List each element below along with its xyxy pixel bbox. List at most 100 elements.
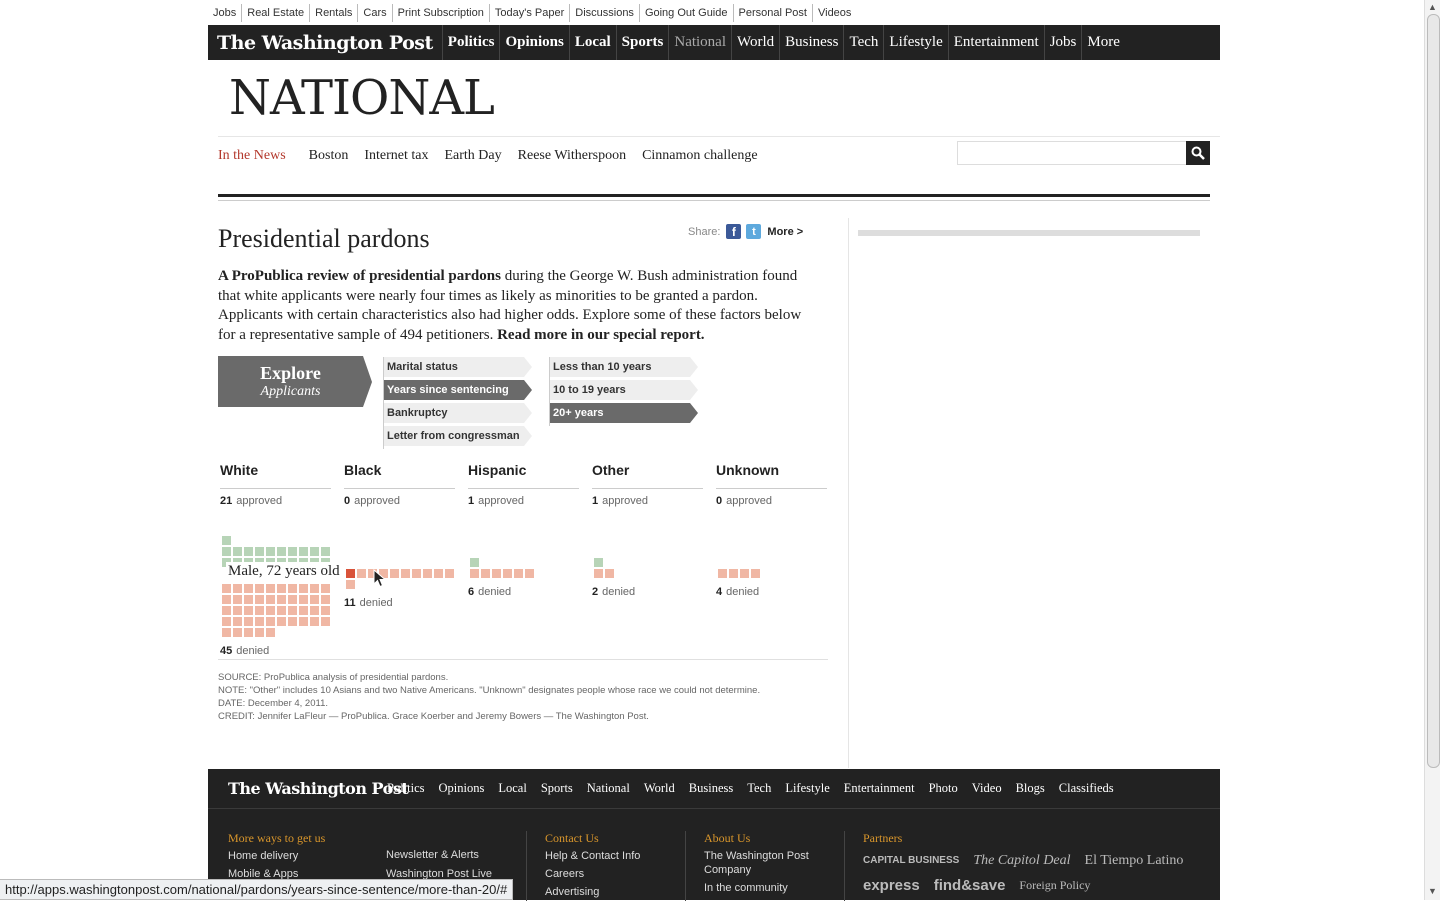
footer-nav-politics[interactable]: Politics (387, 781, 425, 796)
denied-applicant-square[interactable] (729, 569, 738, 578)
capitol-deal-logo[interactable]: The Capitol Deal (973, 853, 1070, 869)
denied-applicant-square[interactable] (357, 569, 366, 578)
nav-item-world[interactable]: World (731, 25, 779, 60)
top-link-videos[interactable]: Videos (811, 4, 856, 22)
share-more-link[interactable]: More > (767, 226, 803, 238)
denied-applicant-square[interactable] (310, 617, 319, 626)
footer-nav-entertainment[interactable]: Entertainment (844, 781, 915, 796)
footer-nav-business[interactable]: Business (689, 781, 733, 796)
denied-applicant-square[interactable] (288, 606, 297, 615)
denied-applicant-square[interactable] (299, 617, 308, 626)
denied-applicant-square[interactable] (751, 569, 760, 578)
top-link-todays-paper[interactable]: Today's Paper (488, 4, 569, 22)
footer-nav-lifestyle[interactable]: Lifestyle (785, 781, 829, 796)
nav-item-entertainment[interactable]: Entertainment (947, 25, 1044, 60)
footer-link-community[interactable]: In the community (704, 881, 824, 895)
facebook-icon[interactable]: f (726, 224, 742, 239)
factor-marital-status[interactable]: Marital status (384, 357, 532, 377)
denied-applicant-square[interactable] (299, 584, 308, 593)
denied-applicant-square[interactable] (492, 569, 501, 578)
factor-years-since-sentencing[interactable]: Years since sentencing (384, 380, 532, 400)
top-link-discussions[interactable]: Discussions (569, 4, 639, 22)
footer-link-advertising[interactable]: Advertising (545, 885, 640, 899)
nav-item-more[interactable]: More (1081, 25, 1125, 60)
footer-nav-tech[interactable]: Tech (747, 781, 771, 796)
denied-applicant-square[interactable] (605, 569, 614, 578)
nav-item-local[interactable]: Local (568, 25, 616, 60)
scroll-down-icon[interactable]: ▼ (1428, 886, 1437, 896)
denied-applicant-square[interactable] (233, 628, 242, 637)
denied-applicant-square[interactable] (423, 569, 432, 578)
denied-applicant-square[interactable] (288, 595, 297, 604)
denied-applicant-square[interactable] (594, 569, 603, 578)
scrollbar-thumb[interactable] (1427, 14, 1440, 768)
approved-applicant-square[interactable] (594, 558, 603, 567)
denied-applicant-square[interactable] (321, 595, 330, 604)
denied-applicant-square[interactable] (718, 569, 727, 578)
el-tiempo-latino-logo[interactable]: El Tiempo Latino (1085, 853, 1184, 869)
denied-applicant-square[interactable] (222, 595, 231, 604)
express-logo[interactable]: express (863, 877, 920, 894)
approved-applicant-square[interactable] (321, 547, 330, 556)
footer-nav-world[interactable]: World (644, 781, 675, 796)
denied-applicant-square[interactable] (321, 584, 330, 593)
washington-post-logo[interactable]: The Washington Post (208, 32, 442, 54)
page-scrollbar[interactable]: ▲ ▼ (1424, 0, 1440, 900)
denied-applicant-square[interactable] (346, 580, 355, 589)
nav-item-tech[interactable]: Tech (843, 25, 883, 60)
denied-applicant-square[interactable] (346, 569, 355, 578)
foreign-policy-logo[interactable]: Foreign Policy (1019, 878, 1090, 893)
denied-applicant-square[interactable] (244, 617, 253, 626)
denied-applicant-square[interactable] (288, 617, 297, 626)
denied-applicant-square[interactable] (470, 569, 479, 578)
news-link-internet-tax[interactable]: Internet tax (364, 148, 428, 164)
footer-logo[interactable]: The Washington Post (228, 779, 409, 798)
denied-applicant-square[interactable] (222, 584, 231, 593)
top-link-cars[interactable]: Cars (357, 4, 391, 22)
denied-applicant-square[interactable] (310, 584, 319, 593)
search-button[interactable] (1186, 141, 1210, 165)
denied-applicant-square[interactable] (266, 584, 275, 593)
denied-applicant-square[interactable] (233, 595, 242, 604)
denied-applicant-square[interactable] (277, 606, 286, 615)
find-and-save-logo[interactable]: find&save (934, 877, 1006, 894)
denied-applicant-square[interactable] (277, 595, 286, 604)
denied-applicant-square[interactable] (255, 584, 264, 593)
footer-link-newsletter[interactable]: Newsletter & Alerts (386, 848, 492, 862)
option-20-plus-years[interactable]: 20+ years (550, 403, 698, 423)
denied-applicant-square[interactable] (233, 606, 242, 615)
denied-applicant-square[interactable] (299, 606, 308, 615)
denied-applicant-square[interactable] (266, 606, 275, 615)
denied-applicant-square[interactable] (244, 584, 253, 593)
denied-applicant-square[interactable] (222, 617, 231, 626)
denied-applicant-square[interactable] (244, 628, 253, 637)
footer-nav-national[interactable]: National (587, 781, 630, 796)
denied-applicant-square[interactable] (222, 606, 231, 615)
nav-item-business[interactable]: Business (779, 25, 843, 60)
top-link-personal-post[interactable]: Personal Post (732, 4, 812, 22)
approved-applicant-square[interactable] (233, 547, 242, 556)
approved-applicant-square[interactable] (310, 547, 319, 556)
top-link-jobs[interactable]: Jobs (208, 4, 241, 22)
capital-business-logo[interactable]: CAPITAL BUSINESS (863, 856, 959, 866)
footer-link-help[interactable]: Help & Contact Info (545, 849, 640, 863)
denied-applicant-square[interactable] (740, 569, 749, 578)
denied-applicant-square[interactable] (222, 628, 231, 637)
footer-nav-opinions[interactable]: Opinions (439, 781, 485, 796)
approved-applicant-square[interactable] (255, 547, 264, 556)
denied-applicant-square[interactable] (525, 569, 534, 578)
footer-nav-local[interactable]: Local (498, 781, 526, 796)
approved-applicant-square[interactable] (470, 558, 479, 567)
footer-nav-photo[interactable]: Photo (929, 781, 958, 796)
denied-applicant-square[interactable] (255, 617, 264, 626)
denied-applicant-square[interactable] (321, 606, 330, 615)
option-10-to-19-years[interactable]: 10 to 19 years (550, 380, 698, 400)
factor-letter-from-congressman[interactable]: Letter from congressman (384, 426, 532, 446)
denied-applicant-square[interactable] (255, 606, 264, 615)
denied-applicant-square[interactable] (244, 606, 253, 615)
approved-applicant-square[interactable] (266, 547, 275, 556)
search-input[interactable] (957, 141, 1187, 165)
denied-applicant-square[interactable] (412, 569, 421, 578)
scroll-up-icon[interactable]: ▲ (1428, 2, 1437, 12)
footer-link-careers[interactable]: Careers (545, 867, 640, 881)
